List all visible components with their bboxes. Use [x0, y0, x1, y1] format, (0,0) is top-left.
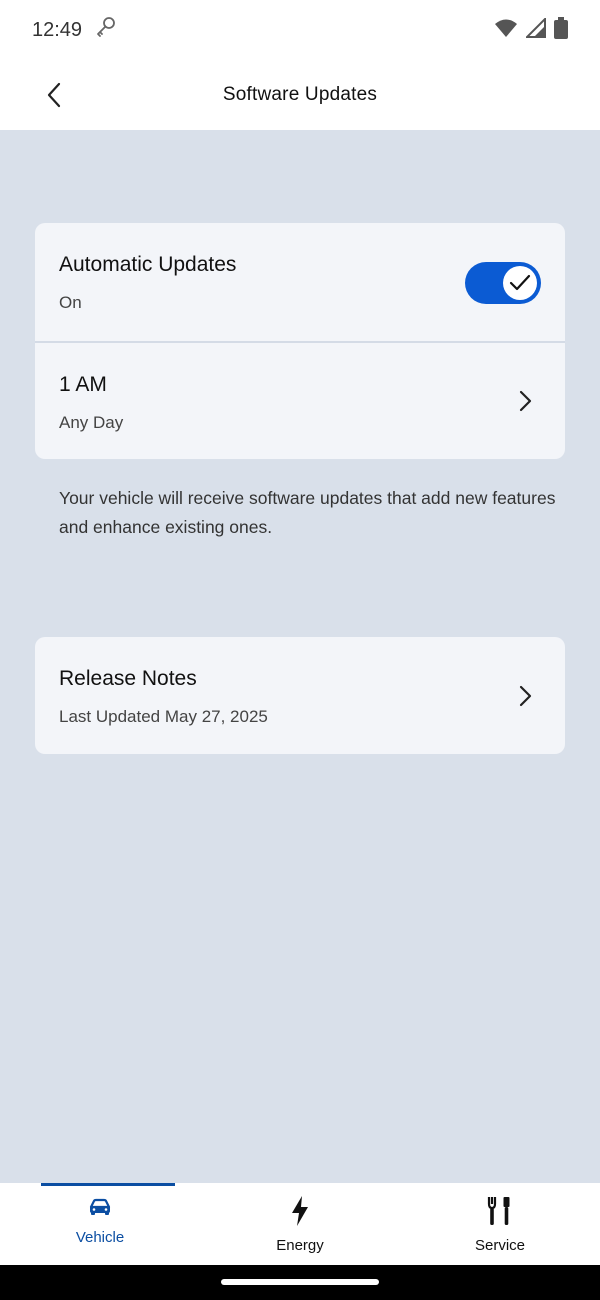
back-button[interactable] — [36, 77, 72, 113]
nav-label-service: Service — [474, 1237, 526, 1254]
app-bar: Software Updates — [0, 60, 600, 130]
auto-updates-card: Automatic Updates On 1 AM Any Day — [35, 223, 565, 459]
nav-item-service[interactable]: Service — [400, 1183, 600, 1265]
auto-updates-row: Automatic Updates On — [35, 223, 565, 341]
lightning-icon — [292, 1196, 308, 1226]
chevron-left-icon — [47, 82, 61, 108]
schedule-time: 1 AM — [59, 373, 107, 396]
release-notes-row[interactable]: Release Notes Last Updated May 27, 2025 — [35, 637, 565, 754]
release-notes-card: Release Notes Last Updated May 27, 2025 — [35, 637, 565, 754]
check-icon — [509, 274, 531, 291]
auto-updates-toggle[interactable] — [465, 262, 541, 304]
nav-label-vehicle: Vehicle — [75, 1229, 125, 1246]
nav-item-energy[interactable]: Energy — [200, 1183, 400, 1265]
system-gesture-bar — [0, 1265, 600, 1300]
page-title: Software Updates — [222, 84, 378, 105]
status-right — [494, 16, 568, 44]
chevron-right-icon — [519, 390, 532, 412]
status-left: 12:49 — [32, 15, 118, 45]
description-text: Your vehicle will receive software updat… — [59, 488, 556, 537]
signal-icon — [524, 16, 546, 43]
home-gesture-handle[interactable] — [221, 1279, 379, 1285]
toggle-knob — [503, 266, 537, 300]
release-notes-updated: Last Updated May 27, 2025 — [59, 707, 268, 726]
status-bar: 12:49 — [0, 0, 600, 60]
nav-item-vehicle[interactable]: Vehicle — [0, 1183, 200, 1265]
wifi-icon — [494, 18, 518, 43]
car-icon — [89, 1198, 111, 1215]
chevron-right-icon — [519, 685, 532, 706]
update-schedule-row[interactable]: 1 AM Any Day — [35, 341, 565, 459]
status-time: 12:49 — [32, 18, 83, 41]
key-icon — [94, 15, 118, 45]
bottom-nav: Vehicle Energy Service — [0, 1183, 600, 1265]
battery-icon — [554, 16, 568, 44]
tools-icon — [487, 1197, 510, 1225]
release-notes-title: Release Notes — [59, 667, 197, 690]
nav-label-energy: Energy — [276, 1237, 324, 1254]
schedule-days: Any Day — [59, 413, 124, 432]
